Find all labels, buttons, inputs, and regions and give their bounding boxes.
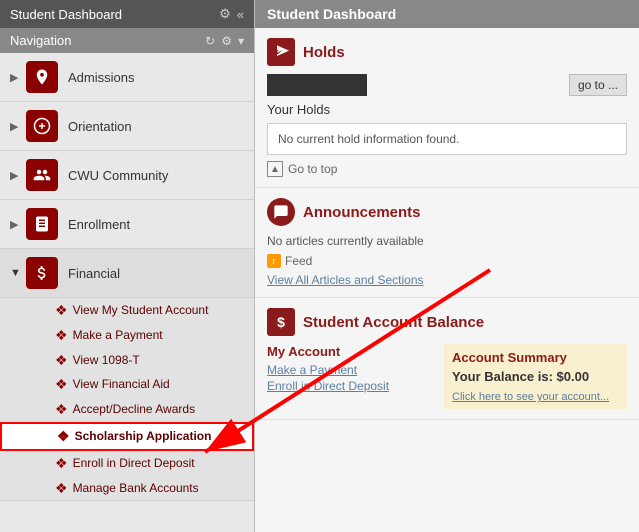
holds-row: go to ... xyxy=(267,74,627,96)
bullet-icon: ❖ xyxy=(55,352,68,369)
subitem-enroll-in-direct-deposit[interactable]: ❖ Enroll in Direct Deposit xyxy=(0,451,254,476)
account-title-bar: $ Student Account Balance xyxy=(267,308,627,336)
financial-icon xyxy=(26,257,58,289)
account-summary-title: Account Summary xyxy=(452,350,619,365)
subitem-label: Scholarship Application xyxy=(75,428,212,445)
bullet-icon: ❖ xyxy=(55,401,68,418)
right-panel: Student Dashboard Holds go to ... Your H… xyxy=(255,0,639,532)
bullet-icon: ❖ xyxy=(57,428,70,445)
panel-header: Student Dashboard ⚙ « xyxy=(0,0,254,28)
subitem-label: Manage Bank Accounts xyxy=(73,480,199,497)
holds-section: Holds go to ... Your Holds No current ho… xyxy=(255,28,639,188)
cwu-arrow: ▶ xyxy=(10,169,22,182)
left-panel: Student Dashboard ⚙ « Navigation ↻ ⚙ ▾ ▶ xyxy=(0,0,255,532)
account-balance-title: Student Account Balance xyxy=(303,314,484,331)
orientation-label: Orientation xyxy=(68,119,132,134)
financial-subitems: ❖ View My Student Account ❖ Make a Payme… xyxy=(0,298,254,501)
announcements-title-bar: Announcements xyxy=(267,198,627,226)
subitem-label: View My Student Account xyxy=(73,302,209,319)
admissions-icon xyxy=(26,61,58,93)
account-columns: My Account Make a Payment Enroll in Dire… xyxy=(267,344,627,409)
financial-label: Financial xyxy=(68,266,120,281)
subitem-label: Accept/Decline Awards xyxy=(73,401,196,418)
settings-icon[interactable]: ⚙ xyxy=(219,6,231,22)
orientation-arrow: ▶ xyxy=(10,120,22,133)
bullet-icon: ❖ xyxy=(55,302,68,319)
subitem-label: Enroll in Direct Deposit xyxy=(73,455,195,472)
enrollment-label: Enrollment xyxy=(68,217,130,232)
orientation-icon xyxy=(26,110,58,142)
subitem-label: View Financial Aid xyxy=(73,376,170,393)
subitem-label: Make a Payment xyxy=(73,327,163,344)
admissions-arrow: ▶ xyxy=(10,71,22,84)
refresh-icon[interactable]: ↻ xyxy=(205,34,215,48)
navigation-label: Navigation xyxy=(10,33,71,48)
bullet-icon: ❖ xyxy=(55,480,68,497)
holds-title: Holds xyxy=(303,44,345,61)
my-account-title: My Account xyxy=(267,344,434,359)
holds-title-bar: Holds xyxy=(267,38,627,66)
account-summary-col: Account Summary Your Balance is: $0.00 C… xyxy=(444,344,627,409)
admissions-label: Admissions xyxy=(68,70,134,85)
holds-icon xyxy=(267,38,295,66)
nav-header-icons: ↻ ⚙ ▾ xyxy=(205,34,244,48)
panel-header-icons: ⚙ « xyxy=(219,6,244,22)
nav-items-list: ▶ Admissions ▶ Orientation ▶ xyxy=(0,53,254,532)
panel-title: Student Dashboard xyxy=(10,7,122,22)
go-to-top-link[interactable]: ▲ Go to top xyxy=(267,161,627,177)
go-to-top-icon: ▲ xyxy=(267,161,283,177)
collapse-icon[interactable]: « xyxy=(237,7,244,22)
sidebar-item-orientation[interactable]: ▶ Orientation xyxy=(0,102,254,151)
enrollment-icon xyxy=(26,208,58,240)
holds-id-box xyxy=(267,74,367,96)
cwu-community-icon xyxy=(26,159,58,191)
go-to-top-label: Go to top xyxy=(288,162,337,176)
bullet-icon: ❖ xyxy=(55,455,68,472)
subitem-view-financial-aid[interactable]: ❖ View Financial Aid xyxy=(0,372,254,397)
subitem-view-my-student-account[interactable]: ❖ View My Student Account xyxy=(0,298,254,323)
cwu-community-label: CWU Community xyxy=(68,168,168,183)
account-balance-icon: $ xyxy=(267,308,295,336)
bullet-icon: ❖ xyxy=(55,327,68,344)
make-a-payment-link[interactable]: Make a Payment xyxy=(267,363,434,377)
sidebar-item-admissions[interactable]: ▶ Admissions xyxy=(0,53,254,102)
subitem-make-a-payment[interactable]: ❖ Make a Payment xyxy=(0,323,254,348)
balance-text: Your Balance is: $0.00 xyxy=(452,369,619,384)
subitem-label: View 1098-T xyxy=(73,352,140,369)
subitem-view-1098-t[interactable]: ❖ View 1098-T xyxy=(0,348,254,373)
view-all-link[interactable]: View All Articles and Sections xyxy=(267,273,424,287)
student-account-balance-section: $ Student Account Balance My Account Mak… xyxy=(255,298,639,420)
announcements-icon xyxy=(267,198,295,226)
subitem-accept-decline-awards[interactable]: ❖ Accept/Decline Awards xyxy=(0,397,254,422)
no-holds-message: No current hold information found. xyxy=(267,123,627,155)
enroll-direct-deposit-link[interactable]: Enroll in Direct Deposit xyxy=(267,379,434,393)
nav-settings-icon[interactable]: ⚙ xyxy=(221,34,232,48)
nav-arrow-icon[interactable]: ▾ xyxy=(238,34,244,48)
nav-header: Navigation ↻ ⚙ ▾ xyxy=(0,28,254,53)
right-panel-header: Student Dashboard xyxy=(255,0,639,28)
subitem-scholarship-application[interactable]: ❖ Scholarship Application xyxy=(0,422,254,451)
click-here-link[interactable]: Click here to see your account... xyxy=(452,391,609,403)
sidebar-item-cwu-community[interactable]: ▶ CWU Community xyxy=(0,151,254,200)
rss-icon: r xyxy=(267,254,281,268)
sidebar-item-financial[interactable]: ▼ Financial xyxy=(0,249,254,298)
announcements-feed: r Feed xyxy=(267,254,627,268)
bullet-icon: ❖ xyxy=(55,376,68,393)
right-panel-title: Student Dashboard xyxy=(267,6,396,22)
sidebar-item-enrollment[interactable]: ▶ Enrollment xyxy=(0,200,254,249)
your-holds-label: Your Holds xyxy=(267,102,627,117)
go-to-button[interactable]: go to ... xyxy=(569,74,627,96)
financial-arrow: ▼ xyxy=(10,267,22,279)
no-articles-message: No articles currently available xyxy=(267,234,627,248)
enrollment-arrow: ▶ xyxy=(10,218,22,231)
feed-label: Feed xyxy=(285,254,312,268)
announcements-section: Announcements No articles currently avai… xyxy=(255,188,639,298)
announcements-title: Announcements xyxy=(303,204,421,221)
subitem-manage-bank-accounts[interactable]: ❖ Manage Bank Accounts xyxy=(0,476,254,501)
my-account-col: My Account Make a Payment Enroll in Dire… xyxy=(267,344,434,409)
